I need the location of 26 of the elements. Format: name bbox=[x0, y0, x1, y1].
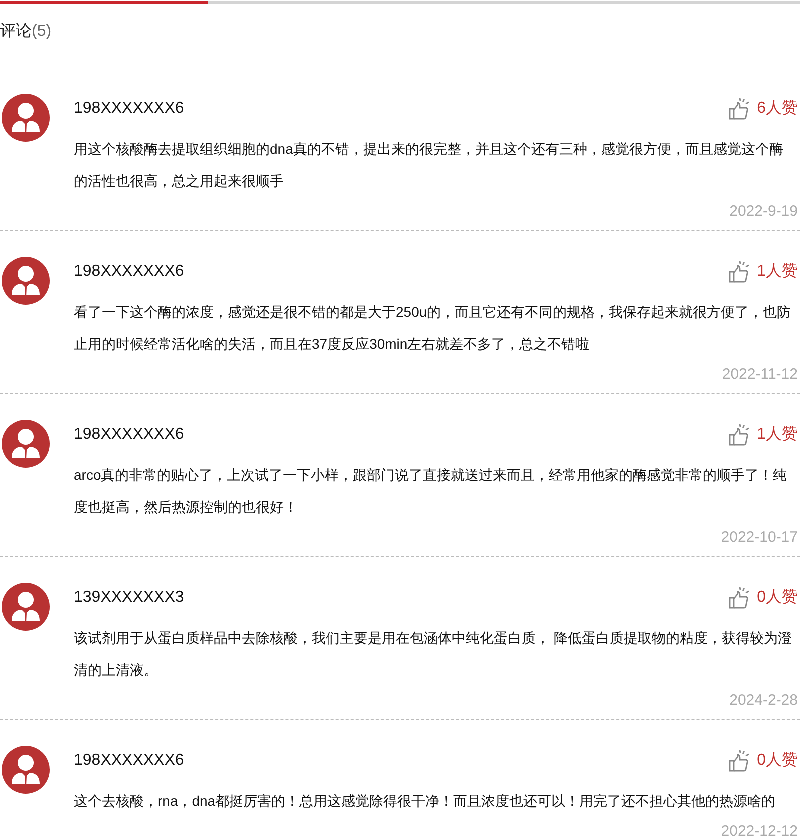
like-count: 6人赞 bbox=[757, 99, 798, 119]
comment-text: 这个去核酸，rna，dna都挺厉害的！总用这感觉除得很干净！而且浓度也还可以！用完了还不担心其他的热源啥的 bbox=[74, 792, 777, 811]
thumbs-up-icon[interactable] bbox=[727, 260, 752, 284]
thumbs-up-icon[interactable] bbox=[727, 749, 752, 773]
comment-text: arco真的非常的贴心了，上次试了一下小样，跟部门说了直接就送过来而且，经常用他家的酶感觉非常的顺手了！纯度也挺高，然后热源控制的也很好！ bbox=[74, 466, 788, 517]
user-name: 198XXXXXXX6 bbox=[74, 262, 184, 282]
comment-date: 2022-12-12 bbox=[721, 822, 798, 836]
comment-text: 该试剂用于从蛋白质样品中去除核酸，我们主要是用在包涵体中纯化蛋白质， 降低蛋白质提取物的粘度，获得较为澄清的上清液。 bbox=[74, 629, 793, 680]
comment-date: 2022-9-19 bbox=[730, 202, 798, 222]
like-count: 1人赞 bbox=[757, 262, 798, 282]
comment-text: 看了一下这个酶的浓度，感觉还是很不错的都是大于250u的，而且它还有不同的规格，我保存起来就很方便了，也防止用的时候经常活化啥的失活，而且在37度反应30min左右就差不多了，总之不错啦 bbox=[74, 303, 792, 354]
like-count: 0人赞 bbox=[757, 751, 798, 771]
like-count: 1人赞 bbox=[757, 425, 798, 445]
section-title: 评论(5) bbox=[0, 22, 52, 42]
user-name: 198XXXXXXX6 bbox=[74, 99, 184, 119]
comment-date: 2022-11-12 bbox=[722, 365, 798, 385]
comment-date: 2022-10-17 bbox=[721, 528, 798, 548]
user-name: 198XXXXXXX6 bbox=[74, 425, 184, 445]
thumbs-up-icon[interactable] bbox=[727, 97, 752, 121]
comment-date: 2024-2-28 bbox=[730, 691, 798, 711]
like-count: 0人赞 bbox=[757, 588, 798, 608]
user-name: 198XXXXXXX6 bbox=[74, 751, 184, 771]
thumbs-up-icon[interactable] bbox=[727, 423, 752, 447]
comment-text: 用这个核酸酶去提取组织细胞的dna真的不错，提出来的很完整，并且这个还有三种，感觉很方便，而且感觉这个酶的活性也很高，总之用起来很顺手 bbox=[74, 140, 784, 191]
thumbs-up-icon[interactable] bbox=[727, 586, 752, 610]
user-name: 139XXXXXXX3 bbox=[74, 588, 184, 608]
